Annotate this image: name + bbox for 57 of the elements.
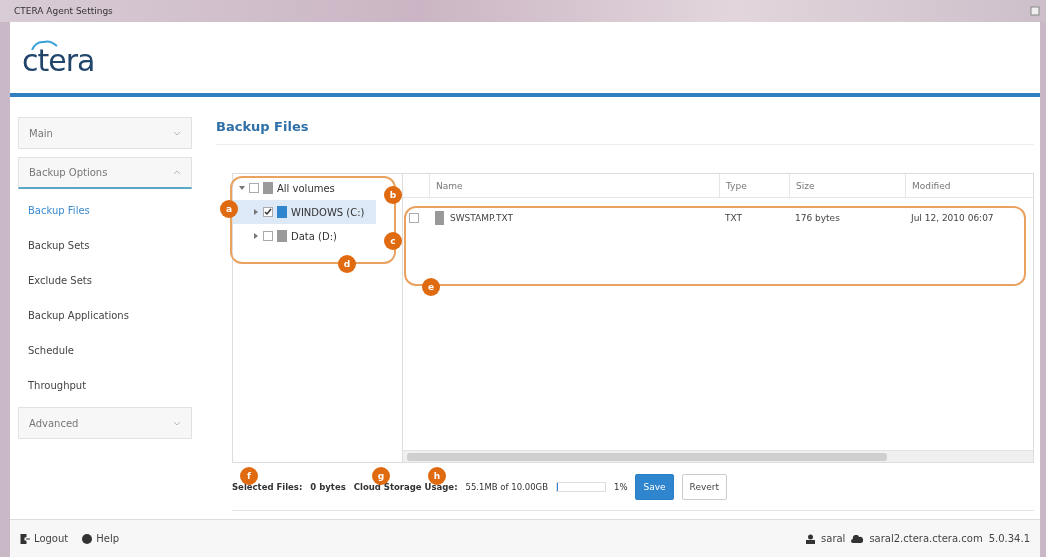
tree-row[interactable]: WINDOWS (C:) <box>233 200 377 224</box>
window-title: CTERA Agent Settings <box>14 6 113 16</box>
user-icon <box>806 533 816 544</box>
logout-icon <box>20 533 30 544</box>
drive-icon <box>277 230 287 242</box>
chevron-icon <box>173 129 181 137</box>
drive-icon <box>263 182 273 194</box>
usage-percent: 1% <box>614 481 628 492</box>
version-text: 5.0.34.1 <box>988 533 1030 544</box>
caret-icon[interactable] <box>239 185 245 191</box>
tree-label: All volumes <box>277 182 335 194</box>
sidebar-item[interactable]: Backup Applications <box>18 302 192 329</box>
column-header[interactable]: Name <box>429 174 719 198</box>
sidebar-item[interactable]: Schedule <box>18 337 192 364</box>
save-button[interactable]: Save <box>635 473 674 500</box>
checkbox[interactable] <box>249 183 259 193</box>
sidebar-item[interactable]: Backup Files <box>18 197 192 224</box>
selected-files-value: 0 bytes <box>310 481 346 492</box>
caret-icon[interactable] <box>253 233 259 239</box>
accordion-header[interactable]: Advanced <box>18 407 192 439</box>
logout-link[interactable]: Logout <box>20 533 69 544</box>
sidebar-item[interactable]: Exclude Sets <box>18 267 192 294</box>
accordion-header[interactable]: Backup Options <box>18 157 192 189</box>
page-title: Backup Files <box>216 119 1034 145</box>
cloud-icon <box>851 534 864 543</box>
checkbox[interactable] <box>409 213 419 223</box>
logo: ctera <box>22 45 95 76</box>
caret-icon[interactable] <box>253 209 259 215</box>
chevron-icon <box>173 419 181 427</box>
table-cell: Jul 12, 2010 06:07 <box>911 213 994 223</box>
drive-icon <box>277 206 287 218</box>
maximize-icon[interactable] <box>1030 6 1040 16</box>
sidebar-item[interactable]: Backup Sets <box>18 232 192 259</box>
tree-row[interactable]: Data (D:) <box>233 224 349 248</box>
server-name: saral2.ctera.ctera.com <box>869 533 983 544</box>
tree-label: WINDOWS (C:) <box>291 206 365 218</box>
tree-row[interactable]: All volumes <box>233 176 347 200</box>
file-icon <box>435 211 444 225</box>
checkbox[interactable] <box>263 231 273 241</box>
checkbox[interactable] <box>263 207 273 217</box>
user-name: saral <box>821 533 846 544</box>
column-header[interactable]: Type <box>719 174 789 198</box>
sidebar-item[interactable]: Throughput <box>18 372 192 399</box>
revert-button[interactable]: Revert <box>681 473 728 500</box>
horizontal-scrollbar[interactable] <box>403 450 1033 462</box>
chevron-icon <box>173 168 181 177</box>
storage-usage-value: 55.1MB of 10.00GB <box>465 481 548 492</box>
table-cell: TXT <box>725 213 742 223</box>
column-header[interactable]: Modified <box>905 174 1033 198</box>
tree-label: Data (D:) <box>291 230 337 242</box>
table-cell: SWSTAMP.TXT <box>450 213 513 223</box>
usage-meter <box>556 481 606 492</box>
cloud-arc-icon <box>30 39 60 50</box>
accordion-header[interactable]: Main <box>18 117 192 149</box>
column-header[interactable]: Size <box>789 174 905 198</box>
table-cell: 176 bytes <box>795 213 840 223</box>
help-link[interactable]: Help <box>82 533 120 544</box>
